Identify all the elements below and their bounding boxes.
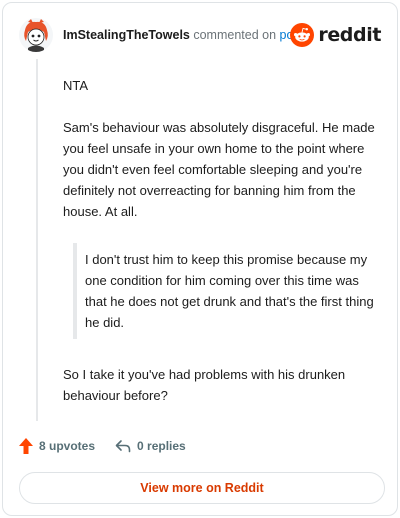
reddit-wordmark: reddit	[318, 24, 381, 46]
upvotes-count: 8 upvotes	[39, 439, 96, 453]
replies-stat[interactable]: 0 replies	[115, 439, 186, 453]
replies-count: 0 replies	[137, 439, 186, 453]
comment-paragraph: NTA	[63, 78, 89, 93]
username-link[interactable]: ImStealingTheTowels	[63, 28, 190, 42]
view-more-button[interactable]: View more on Reddit	[19, 472, 385, 504]
comment-byline: ImStealingTheTowels commented on post	[63, 28, 303, 42]
reply-arrow-icon	[115, 440, 131, 453]
thread-line	[36, 59, 38, 421]
reddit-snoo-icon	[290, 23, 315, 47]
action-text: commented on	[193, 28, 277, 42]
comment-body: NTA Sam's behaviour was absolutely disgr…	[63, 75, 381, 427]
comment-paragraph: So I take it you've had problems with hi…	[63, 367, 346, 403]
blockquote: I don't trust him to keep this promise b…	[63, 239, 381, 343]
comment-embed-card: ImStealingTheTowels commented on post re…	[2, 2, 398, 516]
avatar-icon	[19, 18, 53, 52]
upvotes-stat[interactable]: 8 upvotes	[19, 438, 95, 454]
comment-footer: 8 upvotes 0 replies	[19, 435, 186, 457]
blockquote-bar	[73, 243, 77, 339]
blockquote-text: I don't trust him to keep this promise b…	[85, 252, 374, 330]
comment-paragraph: Sam's behaviour was absolutely disgracef…	[63, 120, 375, 219]
reddit-logo[interactable]: reddit	[290, 22, 381, 48]
upvote-arrow-icon	[19, 438, 33, 454]
comment-header: ImStealingTheTowels commented on post re…	[19, 15, 381, 55]
user-avatar[interactable]	[19, 18, 53, 52]
